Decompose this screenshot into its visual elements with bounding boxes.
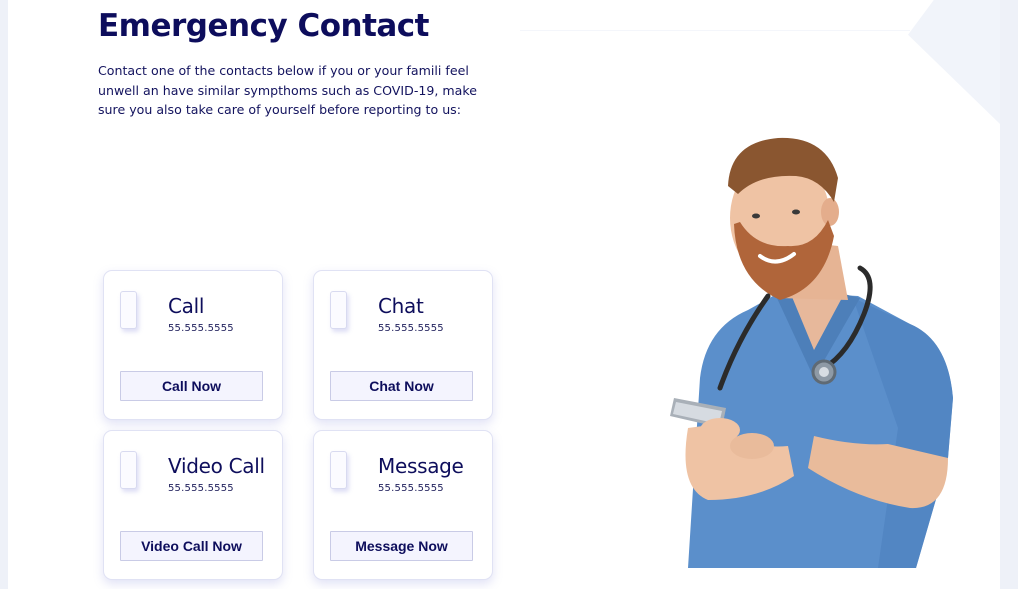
contact-card-phone: 55.555.5555 <box>378 483 444 494</box>
contact-card-title: Chat <box>378 294 424 318</box>
chat-now-button[interactable]: Chat Now <box>330 371 473 401</box>
contact-card-title: Message <box>378 454 464 478</box>
contact-card-message: Message 55.555.5555 Message Now <box>313 430 493 580</box>
chat-icon <box>330 291 347 329</box>
page-title: Emergency Contact <box>98 8 430 44</box>
contact-card-title: Call <box>168 294 205 318</box>
emergency-contact-section: Emergency Contact Contact one of the con… <box>8 0 1000 589</box>
video-call-icon <box>120 451 137 489</box>
doctor-with-phone-icon <box>670 137 953 568</box>
contact-card-call: Call 55.555.5555 Call Now <box>103 270 283 420</box>
background-shape <box>908 0 1000 124</box>
contact-card-phone: 55.555.5555 <box>378 323 444 334</box>
call-now-button[interactable]: Call Now <box>120 371 263 401</box>
contact-card-chat: Chat 55.555.5555 Chat Now <box>313 270 493 420</box>
message-now-button[interactable]: Message Now <box>330 531 473 561</box>
video-call-now-button[interactable]: Video Call Now <box>120 531 263 561</box>
phone-icon <box>120 291 137 329</box>
contact-card-phone: 55.555.5555 <box>168 483 234 494</box>
background-divider <box>520 30 910 31</box>
contact-card-video-call: Video Call 55.555.5555 Video Call Now <box>103 430 283 580</box>
message-icon <box>330 451 347 489</box>
contact-card-title: Video Call <box>168 454 265 478</box>
contact-card-phone: 55.555.5555 <box>168 323 234 334</box>
intro-text: Contact one of the contacts below if you… <box>98 63 477 117</box>
